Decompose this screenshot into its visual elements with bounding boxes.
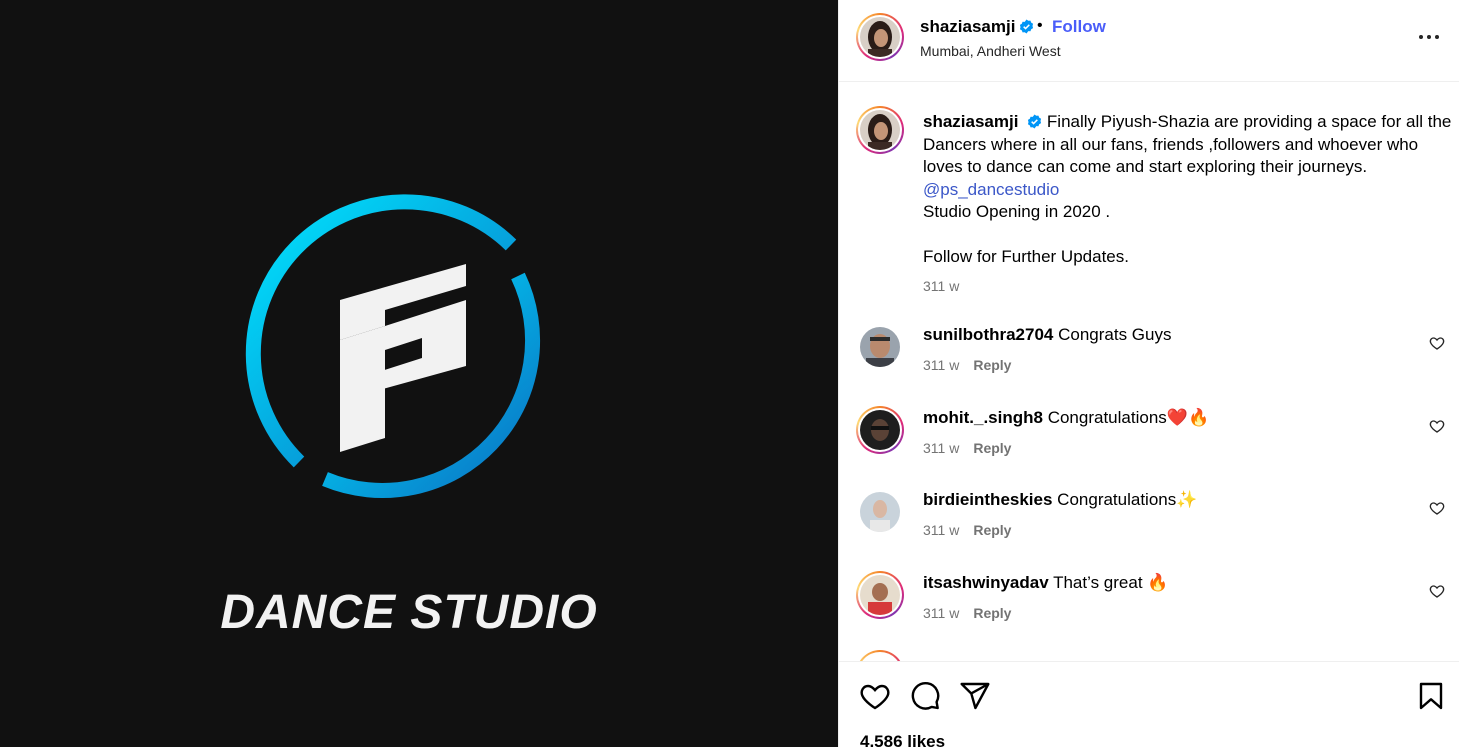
comment-like-heart-icon[interactable] bbox=[1429, 418, 1445, 434]
caption-avatar[interactable] bbox=[856, 106, 904, 154]
comment-item: birdieintheskies Congratulations✨ 311 w R… bbox=[839, 490, 1459, 570]
reply-button[interactable]: Reply bbox=[973, 440, 1011, 456]
bookmark-icon[interactable] bbox=[1415, 680, 1447, 712]
profile-photo-icon bbox=[860, 110, 900, 150]
comments-scroll-area[interactable]: shaziasamji Finally Piyush-Shazia are pr… bbox=[839, 83, 1459, 661]
commenter-avatar[interactable] bbox=[856, 406, 904, 454]
follow-button[interactable]: Follow bbox=[1052, 17, 1106, 37]
comment-body: That’s great 🔥 bbox=[1053, 573, 1169, 592]
reply-button[interactable]: Reply bbox=[973, 357, 1011, 373]
reply-button[interactable]: Reply bbox=[973, 605, 1011, 621]
post-caption: shaziasamji Finally Piyush-Shazia are pr… bbox=[923, 111, 1453, 269]
comment-item: mohit._.singh8 Congratulations❤️🔥 311 w R… bbox=[839, 406, 1459, 488]
comment-timestamp[interactable]: 311 w bbox=[923, 440, 959, 456]
comment-icon[interactable] bbox=[909, 680, 941, 712]
comment-like-heart-icon[interactable] bbox=[1429, 583, 1445, 599]
comment-text: itsashwinyadav That’s great 🔥 bbox=[923, 573, 1168, 593]
comment-text: mohit._.singh8 Congratulations❤️🔥 bbox=[923, 408, 1209, 428]
comment-text: sunilbothra2704 Congrats Guys bbox=[923, 325, 1172, 345]
caption-line-opening: Studio Opening in 2020 . bbox=[923, 202, 1111, 221]
comment-timestamp[interactable]: 311 w bbox=[923, 605, 959, 621]
header-separator: • bbox=[1037, 17, 1043, 34]
comment-username[interactable]: sunilbothra2704 bbox=[923, 325, 1053, 344]
profile-photo-icon bbox=[860, 327, 900, 367]
profile-photo-icon bbox=[860, 410, 900, 450]
comment-timestamp[interactable]: 311 w bbox=[923, 357, 959, 373]
post-header: shaziasamji • Follow Mumbai, Andheri Wes… bbox=[839, 0, 1459, 82]
comment-item: sunilbothra2704 Congrats Guys 311 w Reply bbox=[839, 325, 1459, 405]
comment-username[interactable]: mohit._.singh8 bbox=[923, 408, 1043, 427]
ps-monogram-icon bbox=[340, 264, 466, 452]
comment-username[interactable]: birdieintheskies bbox=[923, 490, 1052, 509]
post-image: DANCE STUDIO bbox=[0, 0, 838, 747]
heart-icon[interactable] bbox=[859, 680, 891, 712]
comment-username[interactable]: itsashwinyadav bbox=[923, 573, 1049, 592]
comment-like-heart-icon[interactable] bbox=[1429, 335, 1445, 351]
verified-badge-icon bbox=[1028, 114, 1042, 129]
comment-timestamp[interactable]: 311 w bbox=[923, 522, 959, 538]
comment-body: Congratulations✨ bbox=[1057, 490, 1198, 509]
caption-timestamp[interactable]: 311 w bbox=[923, 278, 959, 294]
comment-body: Congratulations❤️🔥 bbox=[1047, 408, 1210, 427]
ps-dance-studio-logo: DANCE STUDIO bbox=[220, 194, 597, 639]
profile-photo-icon bbox=[860, 575, 900, 615]
reply-button[interactable]: Reply bbox=[973, 522, 1011, 538]
profile-photo-icon bbox=[860, 17, 900, 57]
author-avatar[interactable] bbox=[856, 13, 904, 61]
more-horizontal-icon[interactable] bbox=[1417, 27, 1441, 47]
caption-line-follow: Follow for Further Updates. bbox=[923, 247, 1129, 266]
comment-meta: 311 w Reply bbox=[923, 605, 1011, 621]
likes-count[interactable]: 4,586 likes bbox=[860, 732, 945, 747]
verified-badge-icon bbox=[1020, 19, 1034, 34]
comment-meta: 311 w Reply bbox=[923, 522, 1011, 538]
comment-body: Congrats Guys bbox=[1058, 325, 1172, 344]
comment-meta: 311 w Reply bbox=[923, 357, 1011, 373]
share-icon[interactable] bbox=[959, 680, 991, 712]
author-username[interactable]: shaziasamji bbox=[920, 17, 1034, 37]
commenter-avatar[interactable] bbox=[856, 571, 904, 619]
post-actions-bar: 4,586 likes bbox=[839, 661, 1459, 747]
post-location[interactable]: Mumbai, Andheri West bbox=[920, 43, 1061, 59]
comment-like-heart-icon[interactable] bbox=[1429, 500, 1445, 516]
brand-text: DANCE STUDIO bbox=[220, 586, 597, 639]
commenter-avatar[interactable] bbox=[860, 327, 900, 367]
profile-photo-icon bbox=[860, 492, 900, 532]
caption-mention-link[interactable]: @ps_dancestudio bbox=[923, 180, 1059, 199]
post-panel: shaziasamji • Follow Mumbai, Andheri Wes… bbox=[838, 0, 1459, 747]
comment-text: birdieintheskies Congratulations✨ bbox=[923, 490, 1197, 510]
comment-item: itsashwinyadav That’s great 🔥 311 w Reply bbox=[839, 571, 1459, 653]
commenter-avatar[interactable] bbox=[860, 492, 900, 532]
caption-username[interactable]: shaziasamji bbox=[923, 112, 1018, 131]
comment-meta: 311 w Reply bbox=[923, 440, 1011, 456]
